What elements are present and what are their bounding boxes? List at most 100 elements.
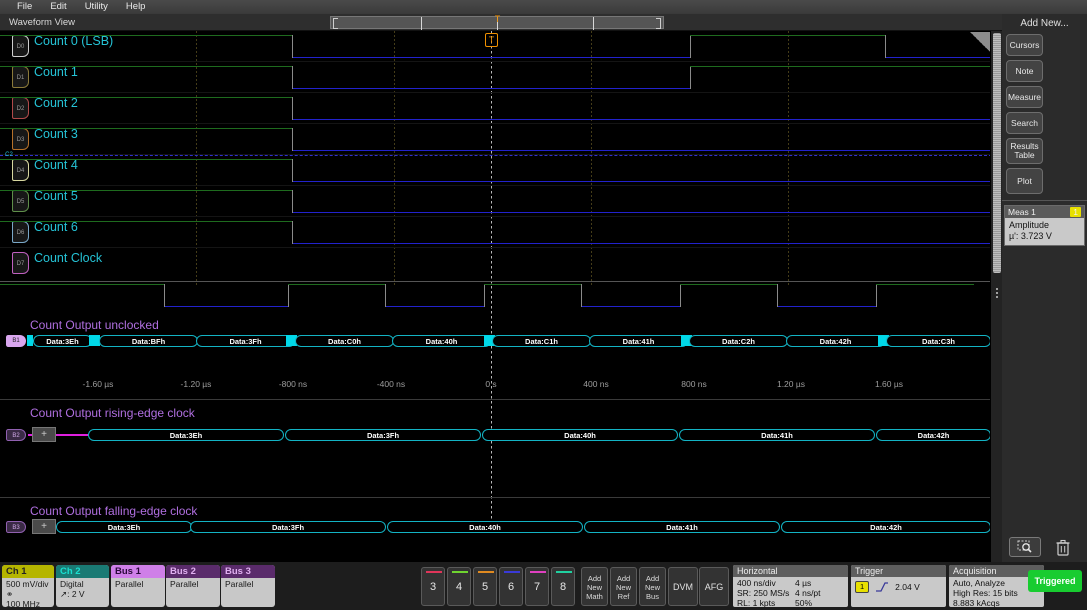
menu-item-help[interactable]: Help <box>117 0 155 14</box>
add-new-bus-button[interactable]: Add New Bus <box>639 567 666 606</box>
drag-grip-handle[interactable] <box>995 286 999 300</box>
digital-row-d0[interactable]: D0 Count 0 (LSB) <box>0 31 1002 62</box>
bus-packet[interactable]: Data:3Fh <box>196 335 295 347</box>
channel-button-5[interactable]: 5 <box>473 567 497 606</box>
bus-packet[interactable]: Data:3Eh <box>56 521 192 533</box>
bus-badge-2[interactable]: B2 <box>6 429 26 441</box>
bus-packet[interactable]: Data:40h <box>482 429 678 441</box>
channel-badge-d1[interactable]: D1 <box>12 66 29 88</box>
menu-item-file[interactable]: File <box>8 0 41 14</box>
nav-right-bracket[interactable] <box>656 18 661 29</box>
dvm-button[interactable]: DVM <box>668 567 698 606</box>
bus-badge-bus3[interactable]: Bus 3 Parallel <box>221 565 275 607</box>
bus-packet[interactable]: Data:41h <box>589 335 688 347</box>
ch1-bandwidth: 100 MHz <box>6 599 50 607</box>
bus-packet[interactable]: Data:42h <box>876 429 991 441</box>
bus-packet[interactable]: Data:40h <box>392 335 491 347</box>
bus-packet[interactable]: Data:BFh <box>99 335 198 347</box>
digital-row-d2[interactable]: D2 Count 2 <box>0 93 1002 124</box>
measurement-badge[interactable]: Meas 1 1 Amplitude µ': 3.723 V <box>1004 205 1085 246</box>
digital-row-d7[interactable]: D7 Count Clock <box>0 248 1002 279</box>
add-new-math-button[interactable]: Add New Math <box>581 567 608 606</box>
bus-title-1: Count Output unclocked <box>30 318 159 332</box>
bus-packet[interactable]: Data:40h <box>387 521 583 533</box>
channel-badge-ch1[interactable]: Ch 1 500 mV/div ⚭ 100 MHz <box>2 565 54 607</box>
channel-number: 3 <box>422 581 444 593</box>
channel-button-6[interactable]: 6 <box>499 567 523 606</box>
measurement-value: µ': 3.723 V <box>1009 231 1080 242</box>
add-cursors-button[interactable]: Cursors <box>1006 34 1043 56</box>
time-tick-label: 800 ns <box>664 379 724 389</box>
digital-row-d3[interactable]: D3 Count 3 <box>0 124 1002 155</box>
channel-button-8[interactable]: 8 <box>551 567 575 606</box>
sidebar-title: Add New... <box>1002 14 1087 29</box>
digital-row-d6[interactable]: D6 Count 6 <box>0 217 1002 248</box>
add-results-table-button[interactable]: Results Table <box>1006 138 1043 164</box>
bus1-title: Bus 1 <box>111 565 165 578</box>
bus-packet[interactable]: Data:3Eh <box>33 335 92 347</box>
bus-badge-bus1[interactable]: Bus 1 Parallel <box>111 565 165 607</box>
channel-badge-d7[interactable]: D7 <box>12 252 29 274</box>
bus-packet[interactable]: Data:41h <box>584 521 780 533</box>
measurement-type: Amplitude <box>1009 220 1080 231</box>
nav-left-bracket[interactable] <box>333 18 338 29</box>
bus-badge-bus2[interactable]: Bus 2 Parallel <box>166 565 220 607</box>
channel-badge-d5[interactable]: D5 <box>12 190 29 212</box>
bus1-type: Parallel <box>115 579 161 589</box>
bus-packet[interactable]: Data:C0h <box>295 335 394 347</box>
channel-number: 8 <box>552 581 574 593</box>
channel-badge-d4[interactable]: D4 <box>12 159 29 181</box>
bus-packet[interactable]: Data:3Fh <box>190 521 386 533</box>
channel-badge-d0[interactable]: D0 <box>12 35 29 57</box>
add-plot-button[interactable]: Plot <box>1006 168 1043 194</box>
status-badge[interactable]: Triggered <box>1028 570 1082 592</box>
channel-badge-ch2[interactable]: Ch 2 Digital ↗: 2 V <box>56 565 109 607</box>
bus-packet[interactable]: Data:42h <box>781 521 991 533</box>
digital-row-d4[interactable]: D4 Count 4 <box>0 155 1002 186</box>
channel-button-7[interactable]: 7 <box>525 567 549 606</box>
acquisition-count: 8.883 kAcqs <box>953 598 1040 607</box>
trigger-marker-canvas[interactable]: T <box>485 33 498 47</box>
waveform-canvas[interactable]: D0 Count 0 (LSB) T D1 Count 1 D2 <box>0 31 1002 562</box>
add-search-button[interactable]: Search <box>1006 112 1043 134</box>
bus2-type: Parallel <box>170 579 216 589</box>
digital-row-d1[interactable]: D1 Count 1 <box>0 62 1002 93</box>
bus-packet[interactable]: Data:C1h <box>492 335 591 347</box>
trash-icon[interactable] <box>1047 537 1079 557</box>
horizontal-settings-panel[interactable]: Horizontal 400 ns/div4 µs SR: 250 MS/s4 … <box>733 565 848 607</box>
bus-packet[interactable]: Data:3Fh <box>285 429 481 441</box>
trigger-source-chip[interactable]: 1 <box>855 581 869 593</box>
bus-packet[interactable]: Data:3Eh <box>88 429 284 441</box>
bus-packet[interactable]: Data:42h <box>786 335 885 347</box>
bus-badge-1[interactable]: B1 <box>6 335 26 347</box>
channel-label-d7: Count Clock <box>34 251 102 265</box>
channel-badge-d2[interactable]: D2 <box>12 97 29 119</box>
zoom-icon[interactable] <box>1009 537 1041 557</box>
digital-row-d5[interactable]: D5 Count 5 <box>0 186 1002 217</box>
trigger-marker-top[interactable]: T <box>491 14 504 29</box>
bus-packet[interactable]: Data:41h <box>679 429 875 441</box>
bus-expand-button[interactable]: + <box>32 427 56 442</box>
scrollbar-thumb[interactable] <box>993 33 1001 273</box>
channel-badge-d6[interactable]: D6 <box>12 221 29 243</box>
channel-badge-d3[interactable]: D3 <box>12 128 29 150</box>
menu-item-utility[interactable]: Utility <box>76 0 117 14</box>
menu-bar: File Edit Utility Help <box>0 0 1087 14</box>
ch1-coupling-icon: ⚭ <box>6 589 50 599</box>
add-new-ref-button[interactable]: Add New Ref <box>610 567 637 606</box>
channel-button-3[interactable]: 3 <box>421 567 445 606</box>
bus2-title: Bus 2 <box>166 565 220 578</box>
ch1-title: Ch 1 <box>2 565 54 578</box>
afg-button[interactable]: AFG <box>699 567 729 606</box>
bus3-title: Bus 3 <box>221 565 275 578</box>
menu-item-edit[interactable]: Edit <box>41 0 75 14</box>
bus-badge-3[interactable]: B3 <box>6 521 26 533</box>
add-measure-button[interactable]: Measure <box>1006 86 1043 108</box>
bus-packet[interactable]: Data:C3h <box>886 335 991 347</box>
add-note-button[interactable]: Note <box>1006 60 1043 82</box>
bus-packet[interactable]: Data:C2h <box>689 335 788 347</box>
trigger-settings-panel[interactable]: Trigger 1 2.04 V <box>851 565 946 607</box>
bus-expand-button[interactable]: + <box>32 519 56 534</box>
bus-title-2: Count Output rising-edge clock <box>30 406 195 420</box>
channel-button-4[interactable]: 4 <box>447 567 471 606</box>
